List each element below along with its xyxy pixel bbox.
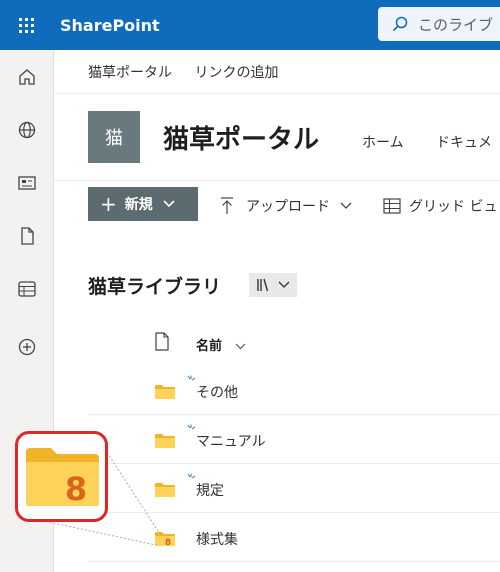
shared-folder-icon: 8 [25,447,99,508]
grid-view-label: グリッド ビュ [409,199,498,215]
new-item-icon [187,424,196,430]
column-header-name-label: 名前 [196,339,223,354]
chevron-down-icon [278,281,290,288]
list-item[interactable]: その他 [88,366,500,415]
file-type-icon [155,332,169,351]
item-name[interactable]: 規定 [196,480,224,500]
list-item[interactable]: マニュアル [88,415,500,464]
file-icon[interactable] [16,225,38,247]
upload-arrow-icon [221,197,233,214]
header-divider [54,93,500,94]
nav-item-home[interactable]: ホーム [362,135,404,151]
zoom-callout: 8 [15,431,108,522]
item-name[interactable]: マニュアル [196,431,266,451]
site-logo[interactable]: 猫 [88,111,140,163]
search-icon [392,16,408,32]
suite-bar: SharePoint このライブ [0,0,500,50]
grid-view-button[interactable]: グリッド ビュ [383,196,497,216]
search-box[interactable]: このライブ [378,7,500,41]
upload-label: アップロード [246,199,330,215]
column-header-name[interactable]: 名前 [196,335,246,354]
item-name[interactable]: 様式集 [196,529,238,549]
app-launcher-button[interactable] [0,0,52,50]
svg-text:8: 8 [165,538,171,547]
list-item[interactable]: 規定 [88,464,500,513]
command-bar-divider [54,180,500,181]
list-header: 名前 [88,332,500,356]
list-item[interactable]: 8 様式集 [88,513,500,562]
new-item-icon [187,375,196,381]
folder-icon [155,385,175,399]
new-button[interactable]: + 新規 [88,187,198,221]
search-placeholder: このライブ [418,15,494,34]
breadcrumb-item-add-link[interactable]: リンクの追加 [194,65,278,81]
globe-icon[interactable] [16,119,38,141]
new-button-label: 新規 [124,197,153,213]
callout-digit: 8 [64,470,86,508]
library-icon [257,278,269,292]
list-icon[interactable] [16,278,38,300]
nav-item-documents[interactable]: ドキュメ [436,135,492,151]
item-name[interactable]: その他 [196,382,238,402]
grid-icon [383,198,401,214]
app-name[interactable]: SharePoint [60,16,160,35]
plus-icon: + [100,192,117,216]
add-circle-icon[interactable] [16,336,38,358]
view-switcher-button[interactable] [249,273,297,297]
chevron-down-icon [235,343,245,350]
upload-button[interactable]: アップロード [220,196,352,216]
new-item-icon [187,473,196,479]
breadcrumb-item-portal[interactable]: 猫草ポータル [88,65,172,81]
shared-folder-icon: 8 [155,532,175,547]
site-logo-text: 猫 [105,128,123,149]
home-icon[interactable] [16,66,38,88]
site-title[interactable]: 猫草ポータル [163,119,319,156]
library-title: 猫草ライブラリ [88,276,222,298]
breadcrumb: 猫草ポータル リンクの追加 [88,62,296,82]
news-icon[interactable] [16,172,38,194]
folder-icon [155,483,175,497]
chevron-down-icon [163,200,175,208]
chevron-down-icon [340,202,352,209]
waffle-icon [18,17,34,33]
site-nav: ホーム ドキュメ [362,132,500,152]
folder-icon [155,434,175,448]
